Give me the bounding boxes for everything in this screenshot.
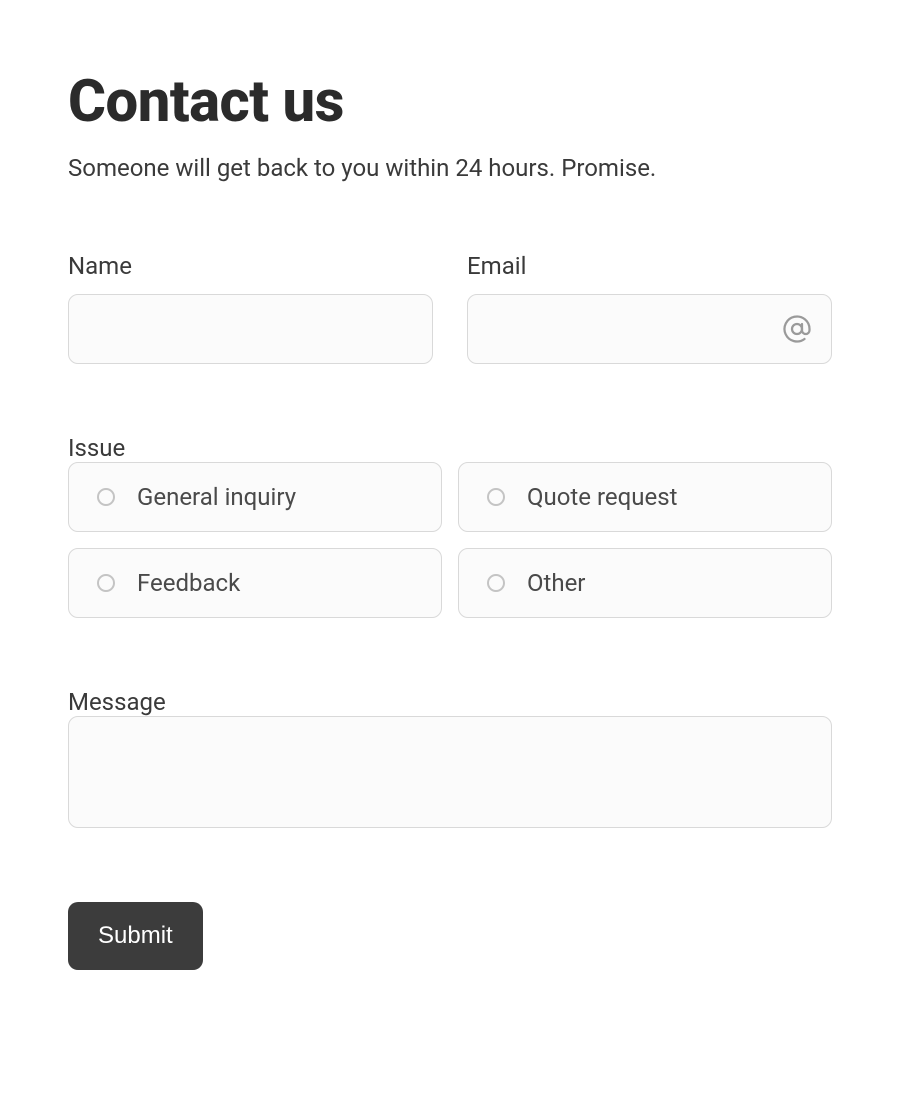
issue-option-label: Quote request [527,483,677,511]
message-input[interactable] [68,716,832,828]
email-label: Email [467,252,832,280]
message-section: Message [68,688,832,832]
radio-icon [97,574,115,592]
name-input[interactable] [68,294,433,364]
issue-option-label: Feedback [137,569,240,597]
issue-section: Issue General inquiry Quote request Feed… [68,434,832,618]
email-field: Email [467,252,832,364]
radio-icon [97,488,115,506]
issue-option-feedback[interactable]: Feedback [68,548,442,618]
message-label: Message [68,688,166,716]
submit-button[interactable]: Submit [68,902,203,970]
email-input[interactable] [467,294,832,364]
issue-option-quote-request[interactable]: Quote request [458,462,832,532]
issue-option-general-inquiry[interactable]: General inquiry [68,462,442,532]
name-label: Name [68,252,433,280]
page-title: Contact us [68,68,832,136]
name-field: Name [68,252,433,364]
page-subtitle: Someone will get back to you within 24 h… [68,154,832,182]
issue-label: Issue [68,434,125,462]
issue-option-other[interactable]: Other [458,548,832,618]
radio-icon [487,574,505,592]
issue-option-label: General inquiry [137,483,296,511]
issue-option-label: Other [527,569,585,597]
radio-icon [487,488,505,506]
